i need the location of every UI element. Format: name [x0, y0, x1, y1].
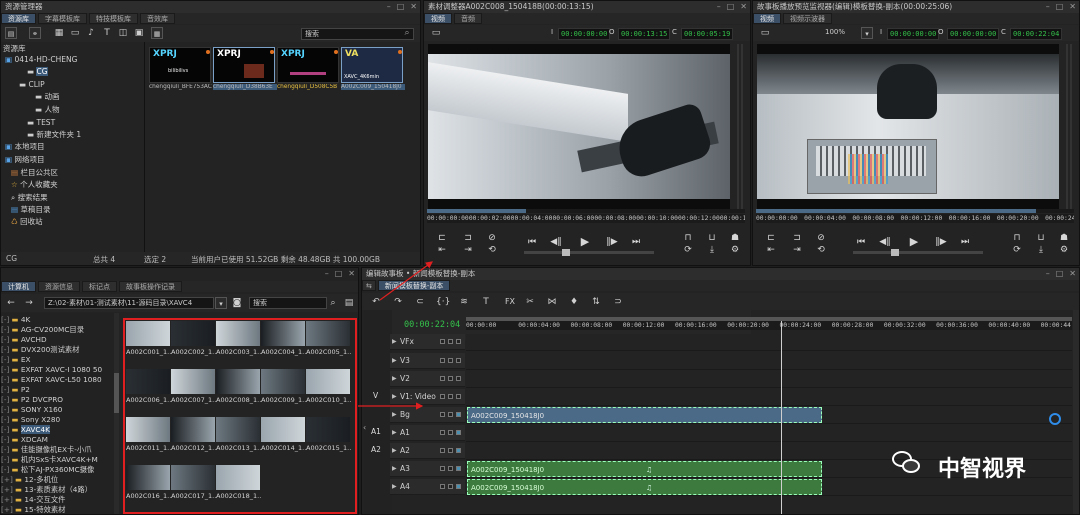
wechat-icon: [892, 451, 922, 477]
annotation-arrows: [358, 261, 433, 410]
watermark-text: 中智视界: [938, 457, 1027, 482]
preview-arrow: [379, 261, 433, 301]
